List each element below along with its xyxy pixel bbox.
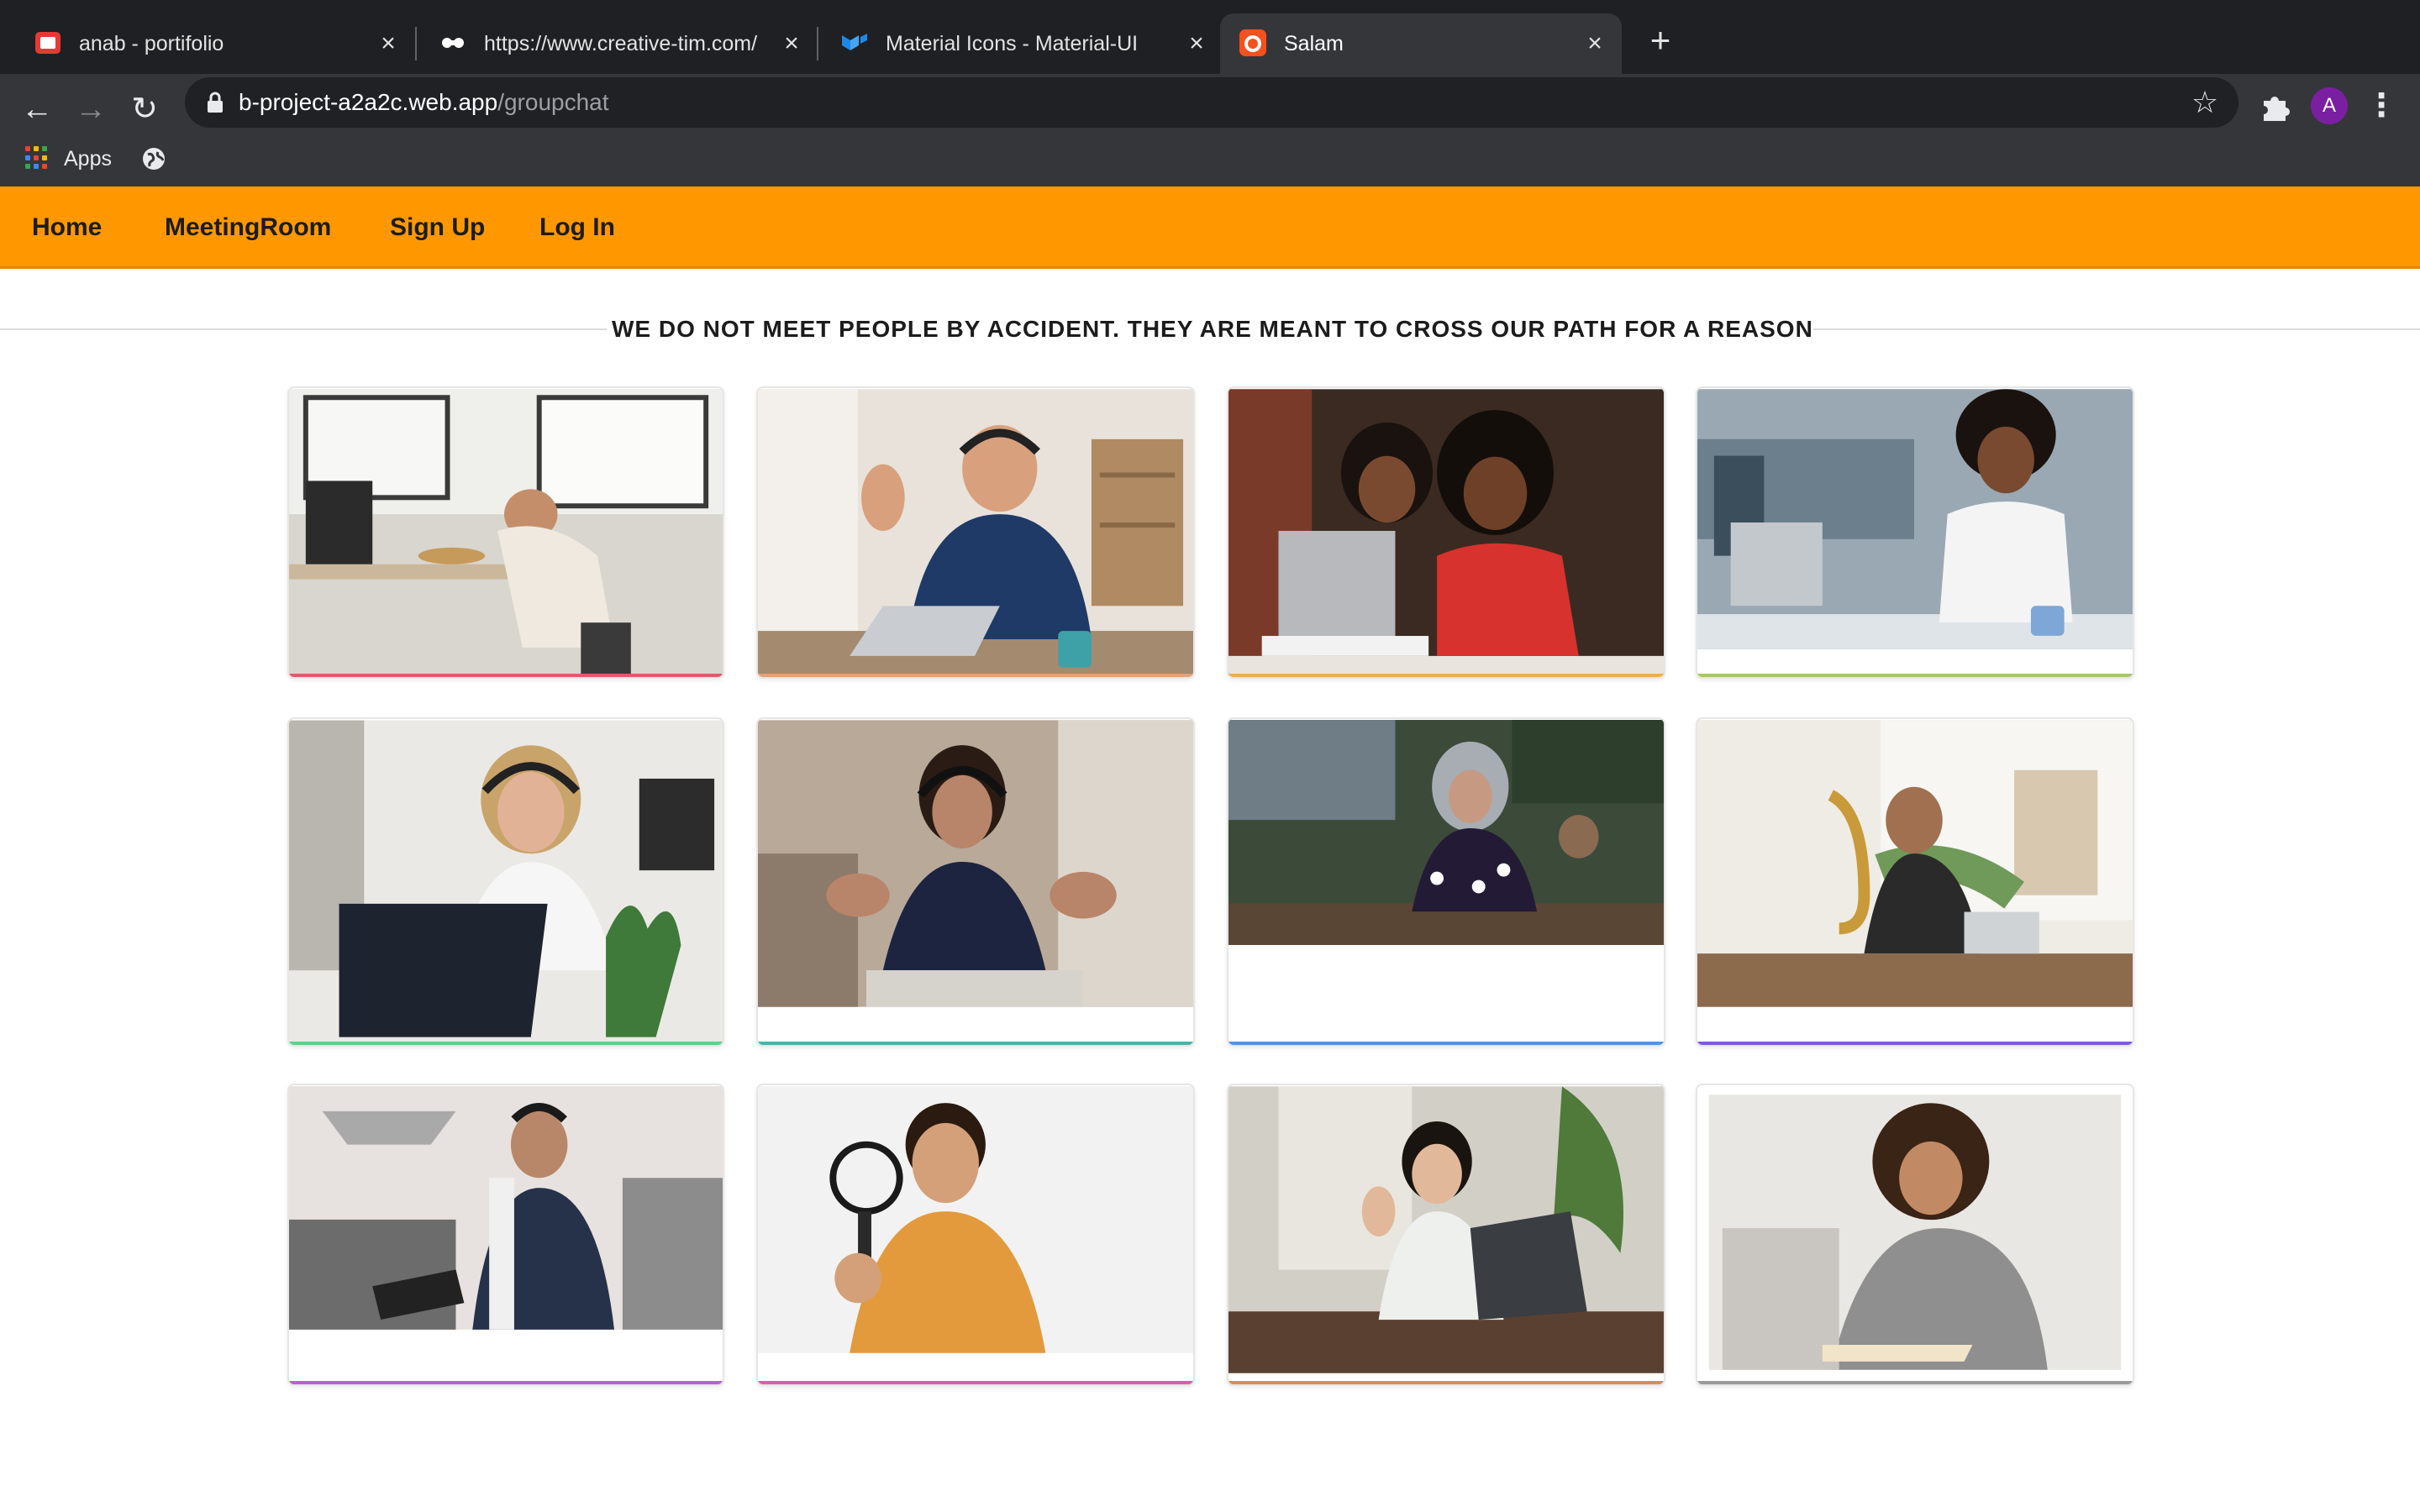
photo-two-women — [1228, 389, 1664, 676]
close-tab-icon[interactable]: × — [371, 27, 405, 60]
bookmark-star-icon[interactable]: ☆ — [2186, 84, 2223, 121]
card-accent-bar — [1228, 1381, 1664, 1384]
photo-woman-phone — [1697, 389, 2133, 649]
browser-tab-strip: anab - portifolio × https://www.creative… — [0, 0, 2420, 74]
app-navbar: Home MeetingRoom Sign Up Log In — [0, 186, 2420, 269]
photo-man-resting — [289, 389, 723, 676]
creative-tim-icon — [442, 38, 464, 48]
bookmark-apps-label[interactable]: Apps — [64, 131, 112, 186]
page-heading: WE DO NOT MEET PEOPLE BY ACCIDENT. THEY … — [612, 316, 1813, 342]
url-text[interactable]: b-project-a2a2c.web.app/groupchat — [239, 77, 609, 128]
heading-divider-right — [1813, 328, 2420, 330]
photo-woman-headset — [289, 720, 723, 1045]
tab-title: Material Icons - Material-UI — [886, 32, 1139, 55]
close-tab-icon[interactable]: × — [1578, 27, 1612, 60]
card-accent-bar — [1228, 1042, 1664, 1045]
card-accent-bar — [758, 674, 1193, 677]
card-boy-magnifier[interactable] — [756, 1084, 1195, 1386]
back-arrow-icon[interactable]: ← — [13, 86, 60, 133]
red-window-icon — [35, 32, 60, 54]
photo-girl-hijab — [1228, 720, 1664, 945]
nav-link-sign-up[interactable]: Sign Up — [390, 186, 485, 269]
profile-avatar[interactable]: A — [2311, 87, 2348, 124]
photo-man-saxophone — [1697, 720, 2133, 1007]
nav-link-meetingroom[interactable]: MeetingRoom — [165, 186, 331, 269]
tab-title: https://www.creative-tim.com/ — [484, 32, 758, 55]
card-woman-headset-laptop[interactable] — [287, 717, 724, 1047]
card-two-women-laptop[interactable] — [1227, 386, 1665, 679]
material-ui-icon — [842, 34, 867, 50]
tab-separator — [817, 27, 818, 60]
card-man-saxophone[interactable] — [1696, 717, 2134, 1047]
card-accent-bar — [758, 1381, 1193, 1384]
new-tab-icon[interactable]: + — [1640, 20, 1681, 60]
card-accent-bar — [289, 1381, 723, 1384]
reload-icon[interactable]: ↻ — [121, 86, 168, 133]
photo-man-waving — [758, 389, 1193, 676]
card-accent-bar — [1697, 1381, 2133, 1384]
tab-separator — [415, 27, 417, 60]
card-woman-waving-laptop[interactable] — [1227, 1084, 1665, 1386]
card-accent-bar — [1697, 674, 2133, 677]
card-woman-headset-gesturing[interactable] — [756, 717, 1195, 1047]
lock-icon — [208, 92, 223, 113]
browser-tab-salam[interactable]: Salam × — [1220, 13, 1622, 74]
card-accent-bar — [289, 674, 723, 677]
bookmarks-bar: Apps — [0, 131, 2420, 186]
card-accent-bar — [758, 1042, 1193, 1045]
nav-link-home[interactable]: Home — [32, 186, 102, 269]
close-tab-icon[interactable]: × — [775, 27, 808, 60]
url-path: /groupchat — [497, 89, 609, 115]
address-bar[interactable]: b-project-a2a2c.web.app/groupchat ☆ — [185, 77, 2238, 128]
forward-arrow-icon[interactable]: → — [67, 86, 114, 133]
tab-title: Salam — [1284, 32, 1344, 55]
extensions-puzzle-icon[interactable] — [2255, 86, 2296, 126]
close-tab-icon[interactable]: × — [1180, 27, 1213, 60]
globe-icon[interactable] — [141, 146, 166, 171]
card-woman-on-phone[interactable] — [1696, 386, 2134, 679]
browser-tab-material-icons[interactable]: Material Icons - Material-UI × — [822, 13, 1217, 74]
card-man-resting-at-desk[interactable] — [287, 386, 724, 679]
photo-woman-reading — [1697, 1095, 2133, 1378]
photo-boy-magnifier — [758, 1086, 1193, 1353]
card-man-waving-headset[interactable] — [756, 386, 1195, 679]
browser-menu-icon[interactable]: ⋮ — [2365, 86, 2398, 126]
browser-tab-creative-tim[interactable]: https://www.creative-tim.com/ × — [420, 13, 812, 74]
photo-woman-gesturing — [758, 720, 1193, 1007]
browser-tab-portfolio[interactable]: anab - portifolio × — [15, 13, 407, 74]
apps-grid-icon[interactable] — [25, 146, 49, 170]
nav-link-log-in[interactable]: Log In — [539, 186, 615, 269]
card-man-tablet-kitchen[interactable] — [287, 1084, 724, 1386]
photo-man-tablet — [289, 1086, 723, 1330]
salam-app-icon — [1239, 29, 1266, 56]
card-accent-bar — [1228, 674, 1664, 677]
photo-woman-waving — [1228, 1086, 1664, 1373]
url-host: b-project-a2a2c.web.app — [239, 89, 498, 115]
card-accent-bar — [289, 1042, 723, 1045]
card-girl-hijab-writing[interactable] — [1227, 717, 1665, 1047]
card-accent-bar — [1697, 1042, 2133, 1045]
card-woman-reading[interactable] — [1696, 1084, 2134, 1386]
heading-divider-left — [0, 328, 607, 330]
tab-title: anab - portifolio — [79, 32, 224, 55]
